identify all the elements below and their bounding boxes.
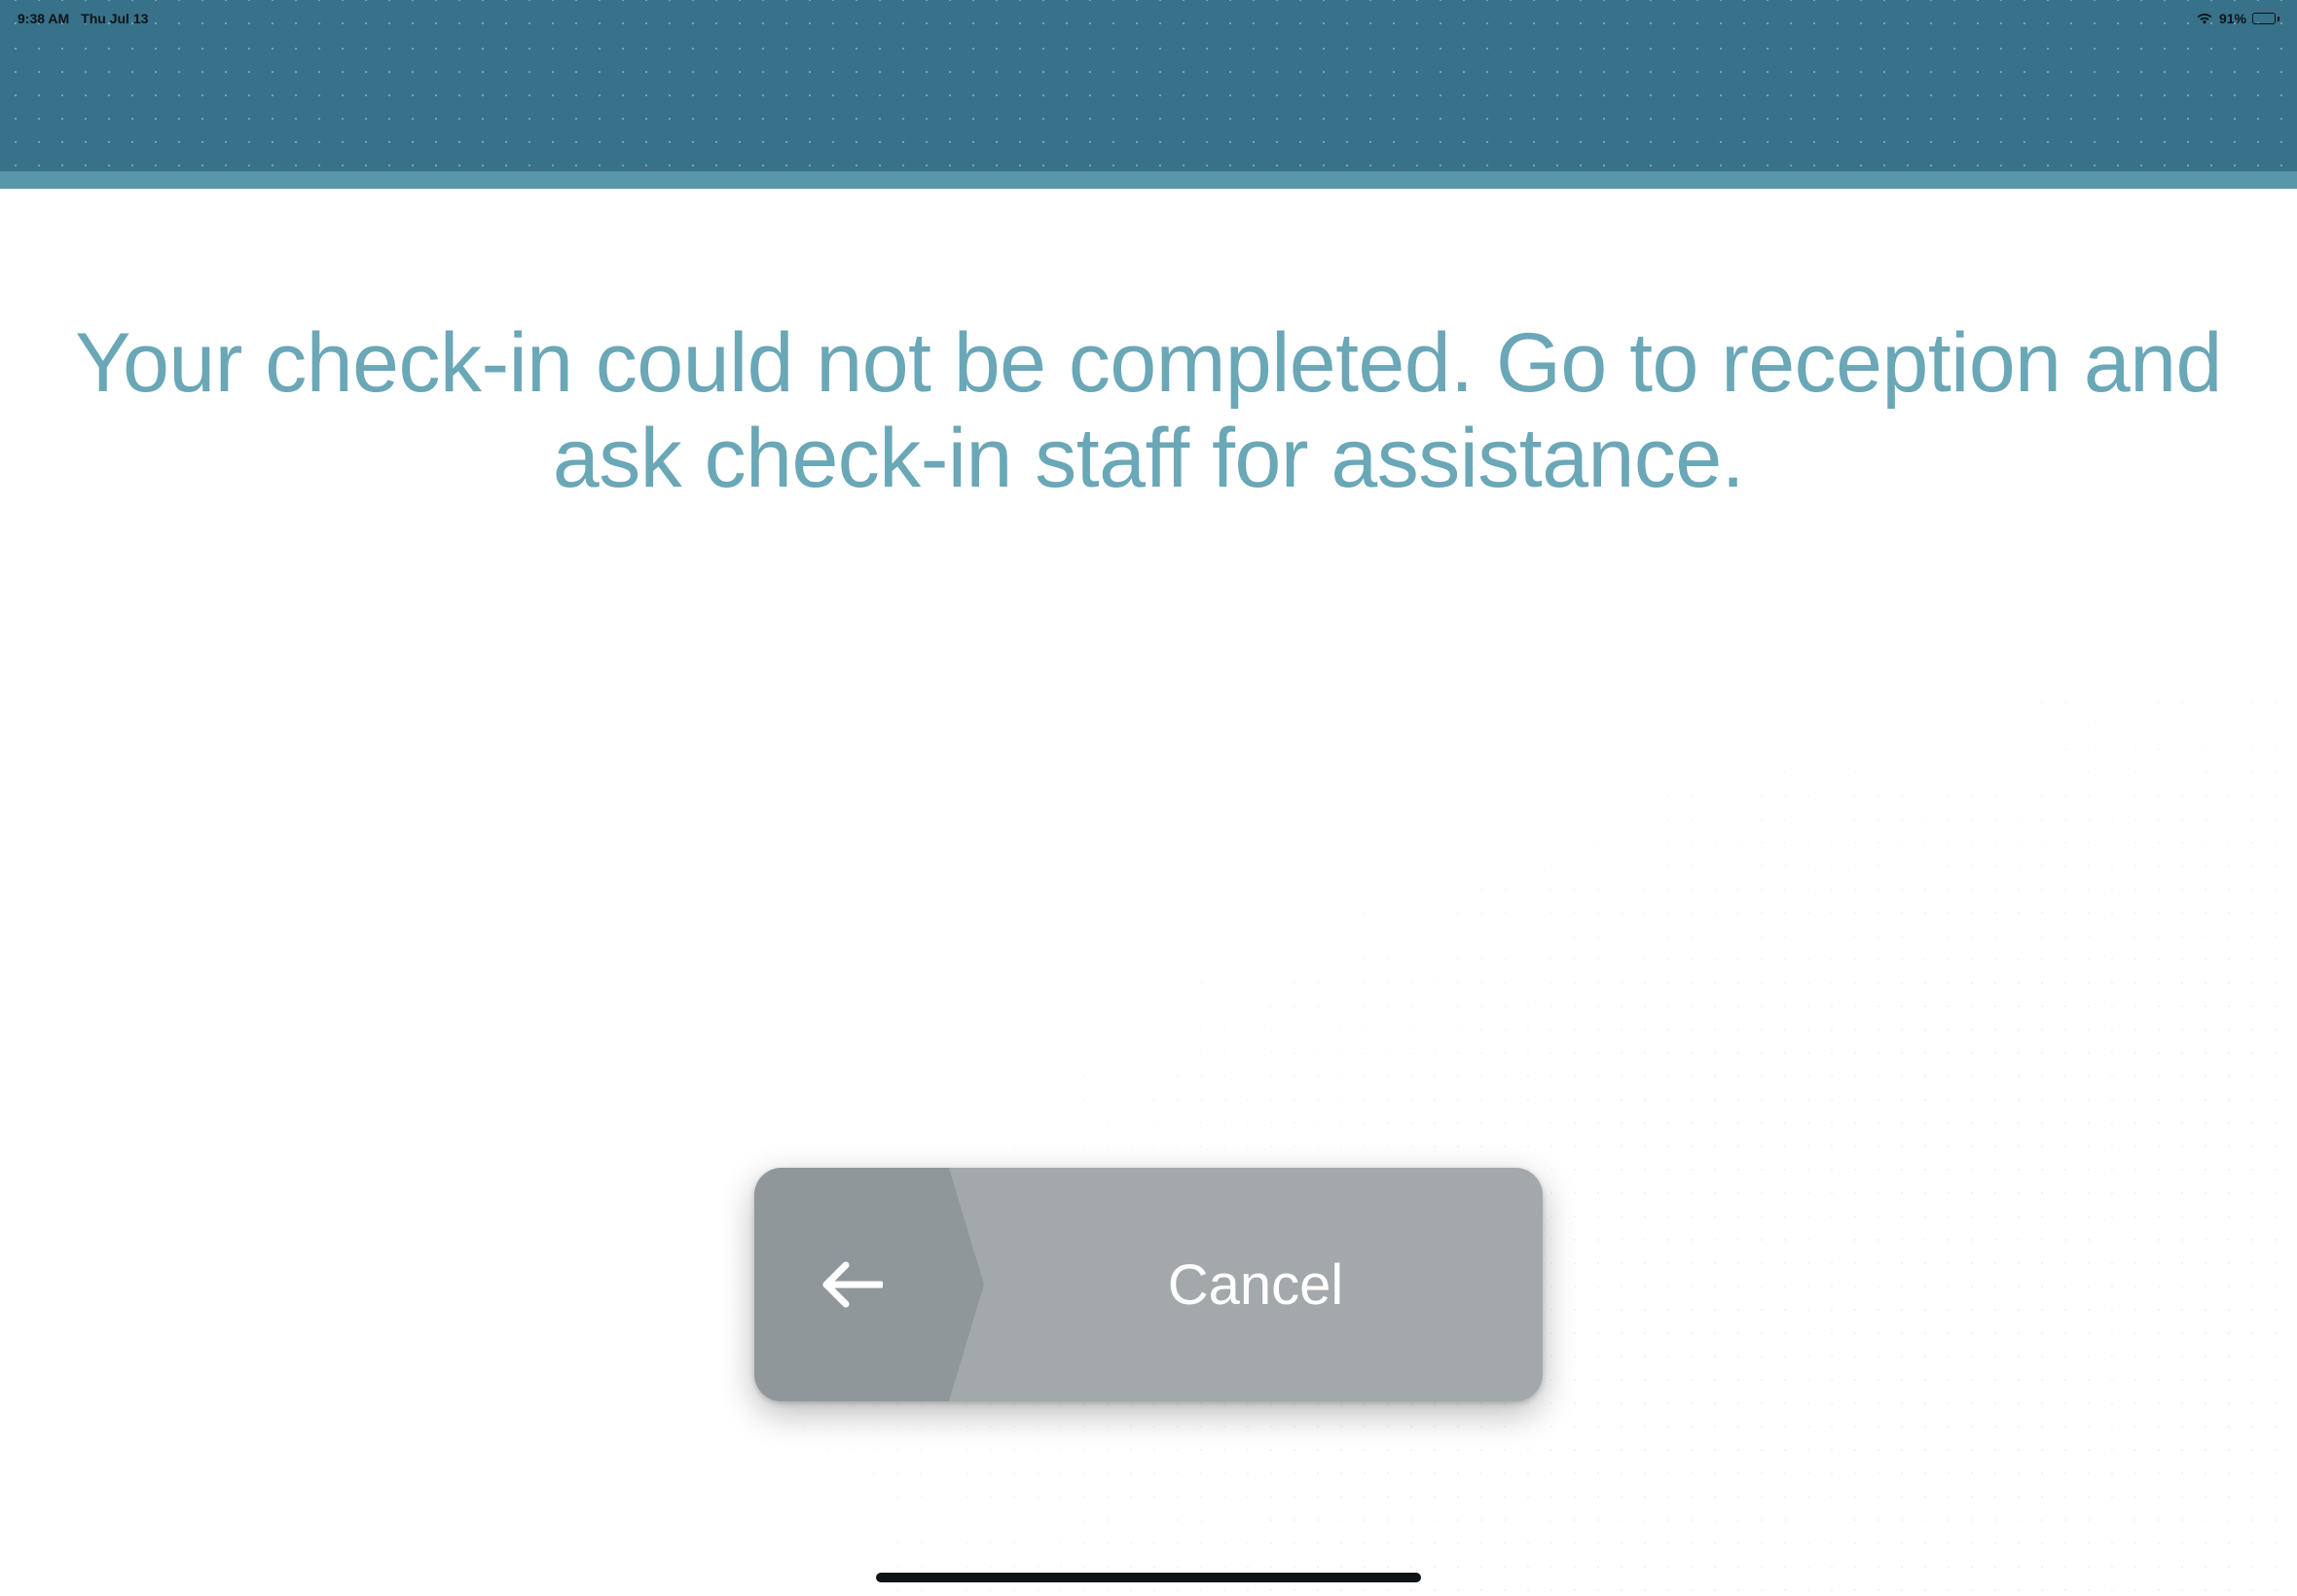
battery-percent: 91% <box>2219 11 2246 26</box>
checkin-error-message: Your check-in could not be completed. Go… <box>0 189 2297 506</box>
status-time: 9:38 AM <box>18 11 69 26</box>
status-left-group: 9:38 AM Thu Jul 13 <box>18 11 148 26</box>
cancel-button-label: Cancel <box>1168 1252 1344 1318</box>
status-bar: 9:38 AM Thu Jul 13 91% <box>0 0 2297 37</box>
arrow-left-icon <box>754 1168 949 1401</box>
main-content: Your check-in could not be completed. Go… <box>0 189 2297 1596</box>
battery-icon <box>2252 13 2279 24</box>
status-right-group: 91% <box>2196 11 2279 26</box>
status-date: Thu Jul 13 <box>81 11 148 26</box>
decorative-dots <box>689 611 2297 1596</box>
wifi-icon <box>2196 12 2213 25</box>
header-band <box>0 37 2297 171</box>
home-indicator[interactable] <box>876 1573 1421 1582</box>
header-divider <box>0 171 2297 189</box>
app-viewport: 9:38 AM Thu Jul 13 91% Your check-in cou… <box>0 0 2297 1596</box>
cancel-button-label-slot: Cancel <box>949 1168 1543 1401</box>
cancel-button[interactable]: Cancel <box>754 1168 1543 1401</box>
